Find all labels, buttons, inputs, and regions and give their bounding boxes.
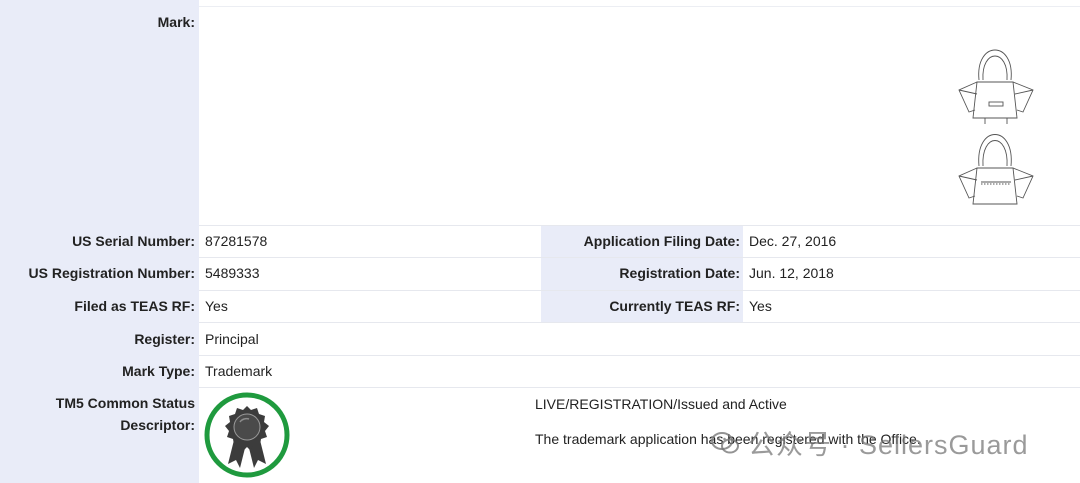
us-registration-number-label: US Registration Number: — [28, 265, 195, 281]
status-line-1: LIVE/REGISTRATION/Issued and Active — [535, 396, 787, 412]
mark-label: Mark: — [157, 14, 195, 30]
us-serial-number-value: 87281578 — [205, 233, 268, 249]
mark-type-value: Trademark — [205, 363, 273, 379]
wechat-icon — [711, 431, 739, 453]
watermark-text: 公众号 · SellersGuard — [748, 430, 1029, 460]
us-serial-number-label: US Serial Number: — [72, 233, 195, 249]
tm5-status-label-line1: TM5 Common Status — [55, 395, 195, 411]
registered-seal-icon — [204, 392, 290, 478]
tm5-status-label-line2: Descriptor: — [120, 417, 195, 433]
mark-image — [958, 49, 1034, 205]
divider — [199, 290, 1080, 291]
watermark: 公众号 · SellersGuard — [710, 423, 1029, 462]
divider — [199, 257, 1080, 258]
mark-type-label: Mark Type: — [122, 363, 195, 379]
register-label: Register: — [134, 331, 195, 347]
divider — [199, 225, 1080, 226]
currently-teas-rf-label: Currently TEAS RF: — [609, 298, 740, 314]
us-registration-number-value: 5489333 — [205, 265, 260, 281]
divider — [199, 355, 1080, 356]
registration-date-label: Registration Date: — [619, 265, 740, 281]
filed-as-teas-rf-value: Yes — [205, 298, 228, 314]
divider — [199, 322, 1080, 323]
registration-date-value: Jun. 12, 2018 — [749, 265, 834, 281]
application-filing-date-label: Application Filing Date: — [583, 233, 740, 249]
currently-teas-rf-value: Yes — [749, 298, 772, 314]
divider — [199, 387, 1080, 388]
application-filing-date-value: Dec. 27, 2016 — [749, 233, 837, 249]
filed-as-teas-rf-label: Filed as TEAS RF: — [74, 298, 195, 314]
register-value: Principal — [205, 331, 259, 347]
top-divider — [199, 6, 1080, 7]
